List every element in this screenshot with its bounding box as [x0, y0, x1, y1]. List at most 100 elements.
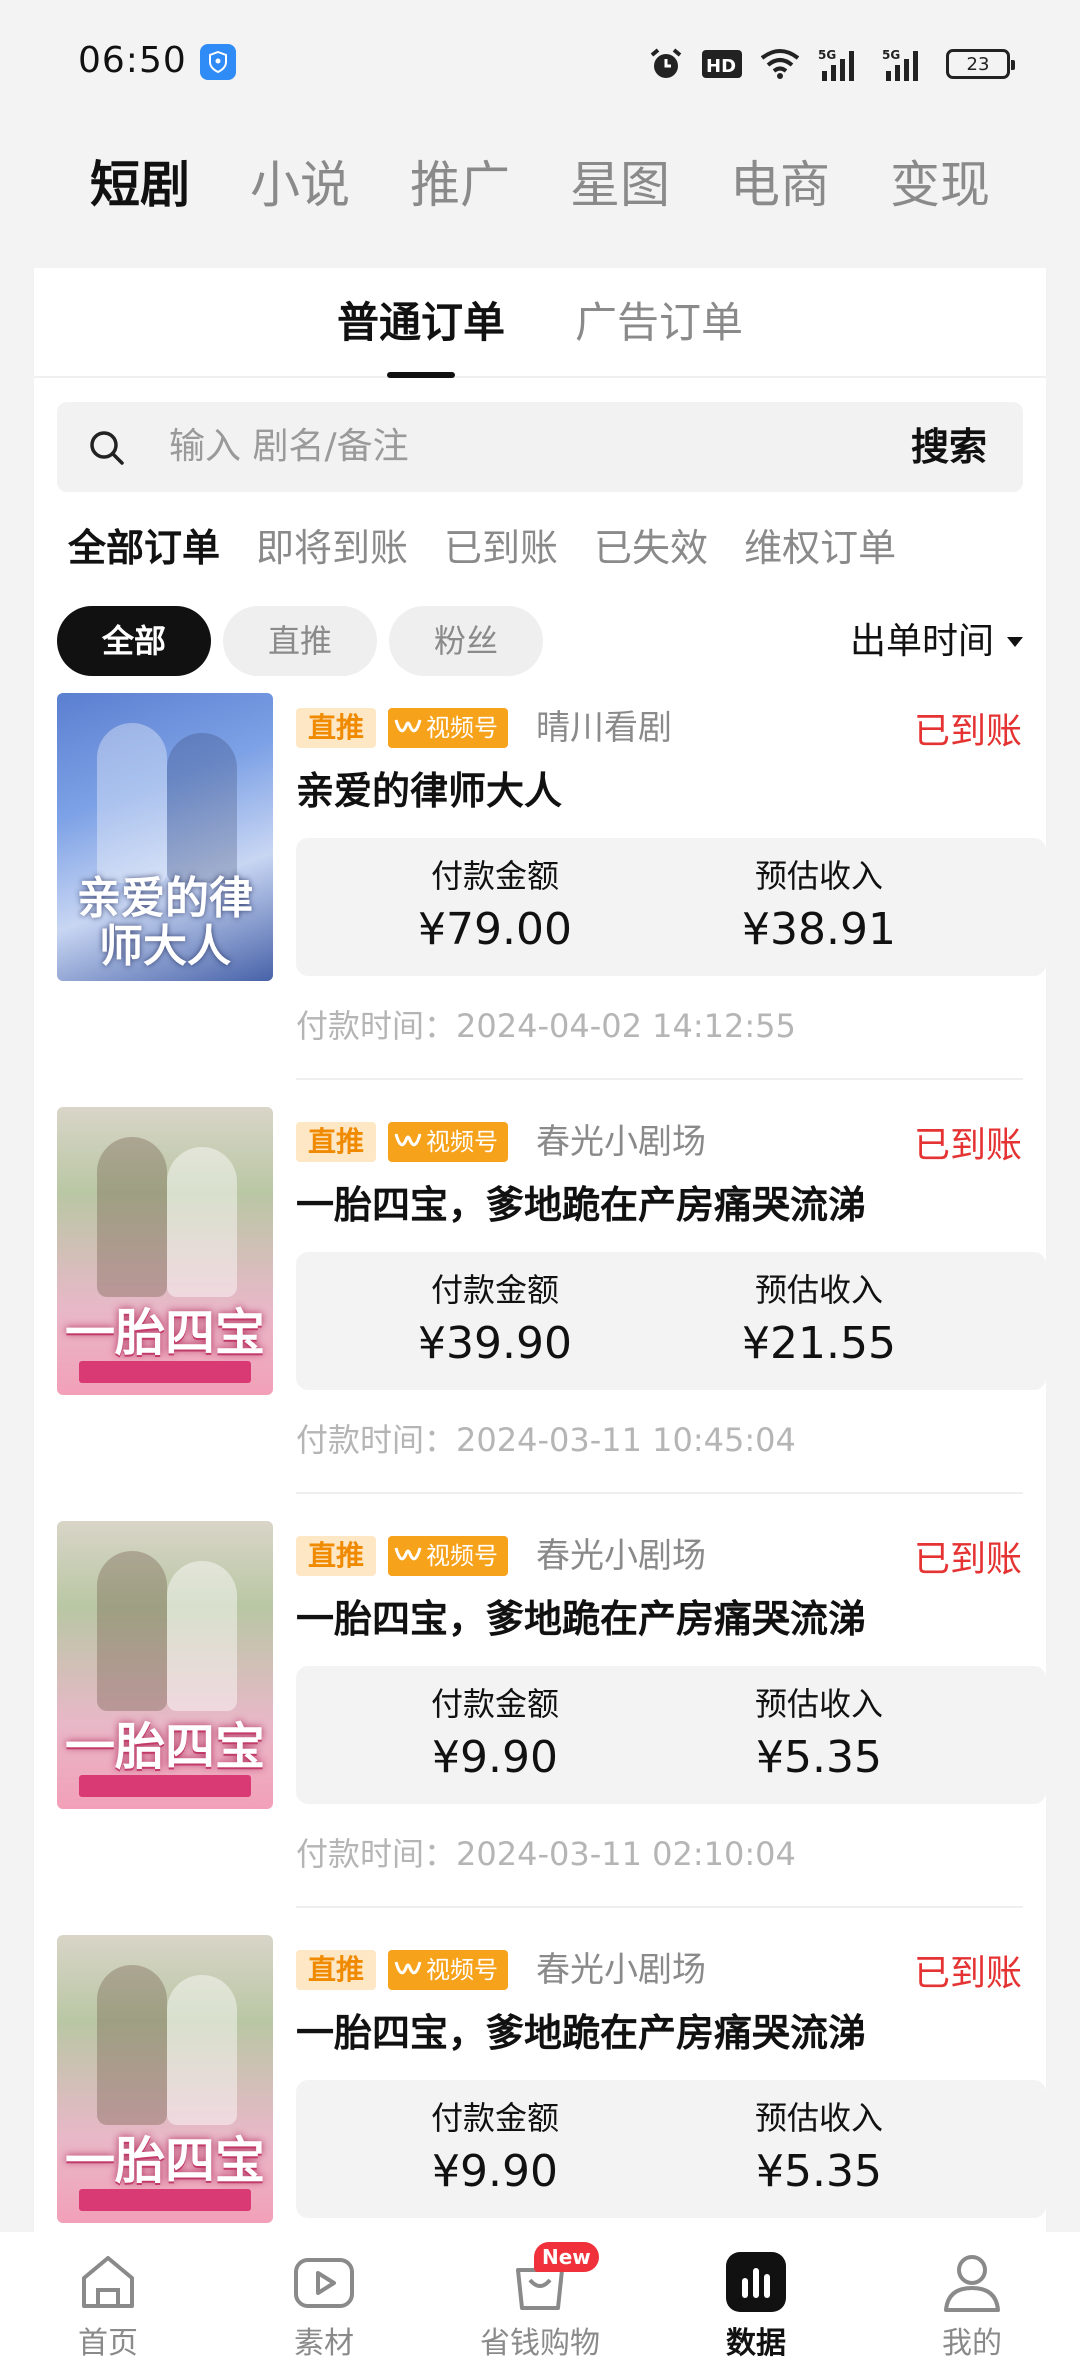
filter-pending[interactable]: 即将到账: [256, 518, 408, 578]
est-income-value: ¥21.55: [742, 1318, 896, 1369]
filter-dispute[interactable]: 维权订单: [744, 518, 896, 578]
platform-tag: 视频号: [388, 1950, 508, 1990]
est-income-value: ¥5.35: [756, 2146, 882, 2197]
est-income-label: 预估收入: [754, 1685, 883, 1723]
category-tabs: 短剧 小说 推广 星图 电商 变现: [0, 145, 1080, 225]
video-channel-icon: [394, 719, 422, 733]
nav-label: 我的: [942, 2326, 1002, 2361]
pay-amount-value: ¥9.90: [432, 1732, 558, 1783]
search-icon: [90, 431, 124, 465]
video-channel-icon: [394, 1133, 422, 1147]
poster-title: 亲爱的律师大人: [77, 873, 253, 972]
nav-materials[interactable]: 素材: [216, 2232, 432, 2376]
tab-normal-orders[interactable]: 普通订单: [337, 268, 505, 378]
poster-title: 一胎四宝: [65, 1304, 265, 1362]
nav-label: 首页: [78, 2326, 138, 2361]
caret-down-icon: [1007, 637, 1023, 647]
platform-tag: 视频号: [388, 1122, 508, 1162]
drama-title: 亲爱的律师大人: [296, 769, 563, 813]
tab-short-drama[interactable]: 短剧: [90, 145, 190, 225]
nav-label: 数据: [726, 2326, 786, 2361]
5g-signal-icon: 5G: [818, 48, 854, 81]
order-status: 已到账: [913, 1953, 1022, 1994]
filter-expired[interactable]: 已失效: [594, 518, 708, 578]
tab-ecommerce[interactable]: 电商: [730, 145, 830, 225]
nav-label: 素材: [294, 2326, 354, 2361]
drama-poster: 亲爱的律师大人: [57, 693, 273, 981]
wifi-icon: [760, 49, 800, 79]
amount-box: 付款金额 ¥9.90 预估收入 ¥5.35: [296, 2080, 1046, 2218]
video-channel-icon: [394, 1547, 422, 1561]
nav-data[interactable]: 数据: [648, 2232, 864, 2376]
home-icon: [82, 2256, 134, 2308]
svg-text:HD: HD: [706, 56, 736, 77]
pay-amount-value: ¥39.90: [418, 1318, 572, 1369]
amount-box: 付款金额 ¥39.90 预估收入 ¥21.55: [296, 1252, 1046, 1390]
filter-settled[interactable]: 已到账: [444, 518, 558, 578]
nav-home[interactable]: 首页: [0, 2232, 216, 2376]
nav-shopping[interactable]: New 省钱购物: [432, 2232, 648, 2376]
nav-label: 省钱购物: [480, 2326, 600, 2361]
battery-icon: 23: [946, 49, 1015, 79]
orders-panel: 普通订单 广告订单 输入 剧名/备注 搜索 全部订单 即将到账 已到账 已失效 …: [34, 268, 1046, 2268]
order-status: 已到账: [913, 711, 1022, 752]
channel-name: 晴川看剧: [536, 708, 672, 748]
direct-tag: 直推: [296, 1536, 377, 1576]
divider: [296, 1906, 1023, 1908]
channel-name: 春光小剧场: [536, 1122, 706, 1162]
divider: [296, 1492, 1023, 1494]
user-icon: [944, 2255, 1000, 2312]
source-chips: 全部 直推 粉丝: [57, 606, 543, 676]
filter-all-orders[interactable]: 全部订单: [68, 518, 220, 578]
pay-time: 付款时间：2024-03-11 02:10:04: [296, 1835, 796, 1873]
chip-all[interactable]: 全部: [57, 606, 211, 676]
nav-profile[interactable]: 我的: [864, 2232, 1080, 2376]
pay-amount-label: 付款金额: [430, 1685, 559, 1723]
tab-monetize[interactable]: 变现: [890, 145, 990, 225]
sort-dropdown[interactable]: 出单时间: [850, 612, 1024, 672]
5g-signal-icon: 5G: [882, 48, 918, 81]
pay-time: 付款时间：2024-04-02 14:12:55: [296, 1007, 796, 1045]
status-filter-tabs: 全部订单 即将到账 已到账 已失效 维权订单: [68, 518, 896, 578]
chip-direct[interactable]: 直推: [223, 606, 377, 676]
poster-title: 一胎四宝: [65, 2132, 265, 2190]
video-channel-icon: [394, 1961, 422, 1975]
channel-name: 春光小剧场: [536, 1950, 706, 1990]
direct-tag: 直推: [296, 1950, 377, 1990]
tab-xingtu[interactable]: 星图: [570, 145, 670, 225]
pay-time: 付款时间：2024-03-11 10:45:04: [296, 1421, 796, 1459]
order-card[interactable]: 一胎四宝 直推 视频号 春光小剧场 已到账 一胎四宝，爹地跪在产房痛哭流涕 付款…: [34, 1102, 1046, 1516]
amount-box: 付款金额 ¥9.90 预估收入 ¥5.35: [296, 1666, 1046, 1804]
est-income-value: ¥5.35: [756, 1732, 882, 1783]
order-card[interactable]: 一胎四宝 直推 视频号 春光小剧场 已到账 一胎四宝，爹地跪在产房痛哭流涕 付款…: [34, 1516, 1046, 1930]
tab-novel[interactable]: 小说: [250, 145, 350, 225]
tab-promotion[interactable]: 推广: [410, 145, 510, 225]
order-card[interactable]: 亲爱的律师大人 直推 视频号 晴川看剧 已到账 亲爱的律师大人 付款金额 ¥79…: [34, 688, 1046, 1102]
shield-icon: [200, 44, 236, 80]
drama-poster: 一胎四宝: [57, 1521, 273, 1809]
battery-level: 23: [966, 53, 990, 75]
tab-ad-orders[interactable]: 广告订单: [575, 268, 743, 376]
sort-label: 出单时间: [849, 621, 994, 662]
pay-amount-value: ¥79.00: [418, 904, 572, 955]
platform-tag: 视频号: [388, 1536, 508, 1576]
platform-name: 视频号: [426, 1128, 498, 1156]
pay-amount-value: ¥9.90: [432, 2146, 558, 2197]
est-income-label: 预估收入: [754, 2099, 883, 2137]
bottom-nav: 首页 素材 New 省钱购物 数据 我的: [0, 2232, 1080, 2376]
amount-box: 付款金额 ¥79.00 预估收入 ¥38.91: [296, 838, 1046, 976]
order-status: 已到账: [913, 1539, 1022, 1580]
search-button[interactable]: 搜索: [911, 402, 987, 492]
alarm-icon: [650, 48, 682, 78]
divider: [296, 1078, 1023, 1080]
hd-icon: HD: [702, 50, 742, 78]
search-bar[interactable]: 输入 剧名/备注 搜索: [57, 402, 1023, 492]
platform-name: 视频号: [426, 714, 498, 742]
status-bar: 06:50 HD 5G 5G 23: [0, 0, 1080, 130]
search-input[interactable]: 输入 剧名/备注: [169, 402, 409, 492]
new-badge: New: [534, 2242, 599, 2272]
est-income-label: 预估收入: [754, 1271, 883, 1309]
drama-poster: 一胎四宝: [57, 1107, 273, 1395]
status-icons: HD 5G 5G 23: [648, 44, 1015, 84]
chip-fans[interactable]: 粉丝: [389, 606, 543, 676]
